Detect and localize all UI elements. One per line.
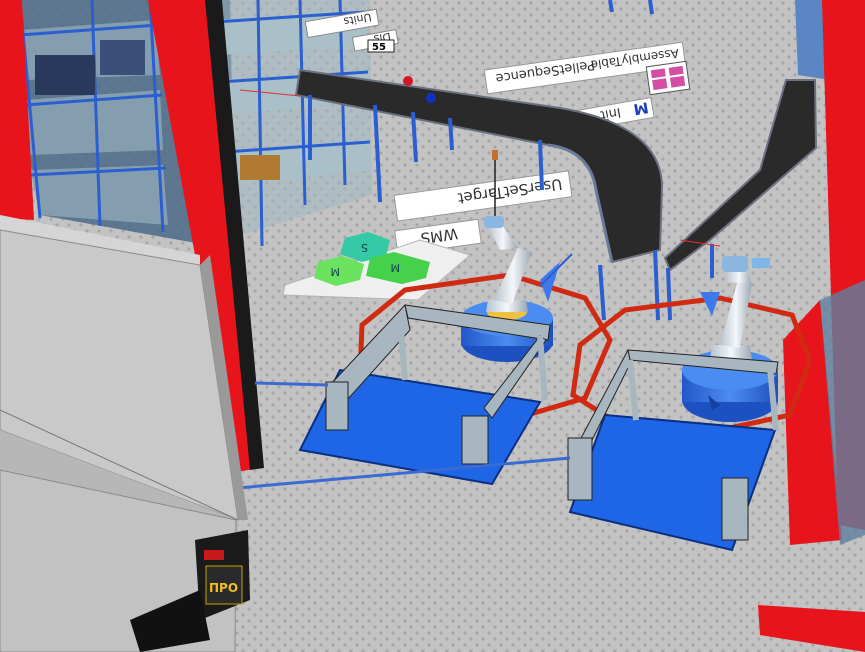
- factory-3d-scene[interactable]: Units Dis 55 PelletSequence AssemblyTabl…: [0, 0, 865, 652]
- counter-badge: 55: [367, 39, 395, 53]
- svg-text:55: 55: [372, 42, 386, 53]
- grid-panel-icon: [645, 60, 691, 96]
- m-logo-icon: M: [632, 98, 650, 118]
- svg-text:ПРО: ПРО: [209, 581, 238, 595]
- svg-text:M: M: [391, 261, 401, 274]
- svg-text:M: M: [331, 265, 341, 278]
- truck-container[interactable]: ПРО: [0, 215, 250, 652]
- svg-text:S: S: [361, 241, 368, 254]
- product-ball-red[interactable]: [403, 76, 413, 86]
- product-ball-blue[interactable]: [426, 93, 436, 103]
